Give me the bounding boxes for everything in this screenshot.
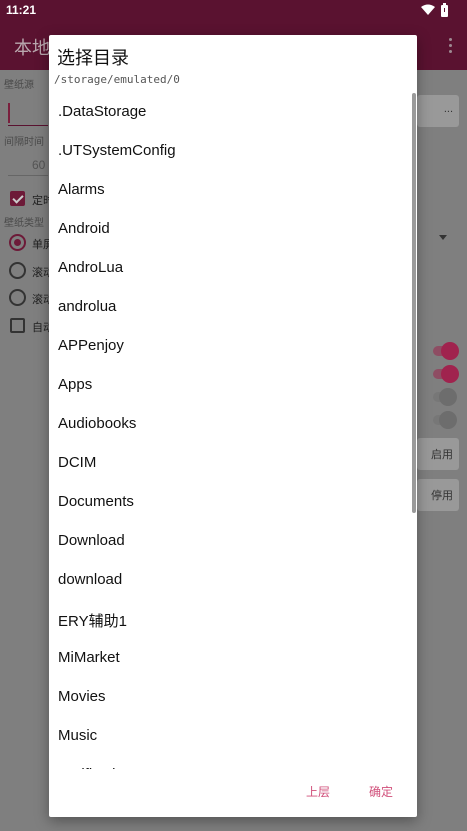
chevron-down-icon[interactable] bbox=[439, 235, 447, 240]
list-item[interactable]: Alarms bbox=[49, 171, 409, 210]
directory-name: Documents bbox=[58, 493, 134, 510]
toggle-4[interactable] bbox=[431, 411, 459, 429]
directory-name: APPenjoy bbox=[58, 337, 124, 354]
wallpaper-type-label: 壁纸类型 bbox=[4, 218, 44, 229]
parent-directory-button[interactable]: 上层 bbox=[306, 783, 330, 800]
confirm-button[interactable]: 确定 bbox=[369, 783, 393, 800]
interval-underline bbox=[8, 175, 48, 176]
list-item[interactable]: androlua bbox=[49, 288, 409, 327]
directory-name: Apps bbox=[58, 376, 93, 393]
current-path: /storage/emulated/0 bbox=[54, 73, 180, 86]
directory-name: ERY辅助1 bbox=[58, 613, 127, 630]
list-item[interactable]: Notifications bbox=[49, 756, 409, 769]
list-item[interactable]: download bbox=[49, 561, 409, 600]
list-item[interactable]: Music bbox=[49, 717, 409, 756]
directory-name: Music bbox=[58, 727, 98, 744]
enable-button[interactable]: 启用 bbox=[417, 438, 459, 470]
directory-name: MiMarket bbox=[58, 649, 120, 666]
list-item[interactable]: Documents bbox=[49, 483, 409, 522]
list-item[interactable]: AndroLua bbox=[49, 249, 409, 288]
interval-label: 间隔时间 bbox=[4, 137, 44, 148]
directory-name: .DataStorage bbox=[58, 103, 147, 120]
directory-name: Alarms bbox=[58, 181, 105, 198]
list-item[interactable]: Download bbox=[49, 522, 409, 561]
directory-name: Audiobooks bbox=[58, 415, 137, 432]
directory-name: .UTSystemConfig bbox=[58, 142, 176, 159]
directory-name: AndroLua bbox=[58, 259, 124, 276]
directory-chooser-dialog: 选择目录 /storage/emulated/0 .DataStorage .UT… bbox=[49, 35, 417, 817]
browse-button[interactable]: ... bbox=[417, 95, 459, 127]
toggle-1[interactable] bbox=[431, 342, 459, 360]
directory-list[interactable]: .DataStorage .UTSystemConfig Alarms Android… bbox=[49, 93, 417, 769]
toggle-3[interactable] bbox=[431, 388, 459, 406]
radio-option-1[interactable] bbox=[9, 234, 26, 251]
toggle-2[interactable] bbox=[431, 365, 459, 383]
list-item[interactable]: Android bbox=[49, 210, 409, 249]
overflow-menu-icon[interactable] bbox=[449, 38, 453, 54]
list-item[interactable]: APPenjoy bbox=[49, 327, 409, 366]
source-input-cursor bbox=[8, 103, 10, 123]
dialog-actions: 上层 确定 bbox=[49, 769, 417, 817]
wallpaper-source-label: 壁纸源 bbox=[4, 80, 34, 91]
app-title: 本地 bbox=[14, 38, 50, 58]
battery-icon bbox=[441, 3, 448, 17]
list-item[interactable]: .UTSystemConfig bbox=[49, 132, 409, 171]
list-item[interactable]: DCIM bbox=[49, 444, 409, 483]
scrollbar[interactable] bbox=[412, 93, 416, 513]
radio-option-2[interactable] bbox=[9, 262, 26, 279]
directory-name: DCIM bbox=[58, 454, 97, 471]
status-icons bbox=[421, 3, 453, 18]
list-item[interactable]: Movies bbox=[49, 678, 409, 717]
directory-name: download bbox=[58, 571, 123, 588]
status-bar: 11:21 bbox=[0, 0, 467, 22]
directory-name: Download bbox=[58, 532, 125, 549]
directory-name: Movies bbox=[58, 688, 106, 705]
wifi-icon bbox=[421, 4, 435, 15]
list-item[interactable]: ERY辅助1 bbox=[49, 600, 409, 639]
list-item[interactable]: MiMarket bbox=[49, 639, 409, 678]
wallpaper-source-input[interactable] bbox=[8, 125, 48, 126]
directory-name: Android bbox=[58, 220, 110, 237]
disable-button[interactable]: 停用 bbox=[417, 479, 459, 511]
auto-checkbox[interactable] bbox=[10, 318, 25, 333]
list-item[interactable]: Apps bbox=[49, 366, 409, 405]
directory-name: androlua bbox=[58, 298, 117, 315]
timed-checkbox[interactable] bbox=[10, 191, 25, 206]
radio-option-3[interactable] bbox=[9, 289, 26, 306]
status-time: 11:21 bbox=[6, 3, 37, 17]
dialog-title: 选择目录 bbox=[57, 48, 129, 69]
list-item[interactable]: Audiobooks bbox=[49, 405, 409, 444]
list-item[interactable]: .DataStorage bbox=[49, 93, 409, 132]
interval-input[interactable]: 60 bbox=[32, 158, 45, 172]
